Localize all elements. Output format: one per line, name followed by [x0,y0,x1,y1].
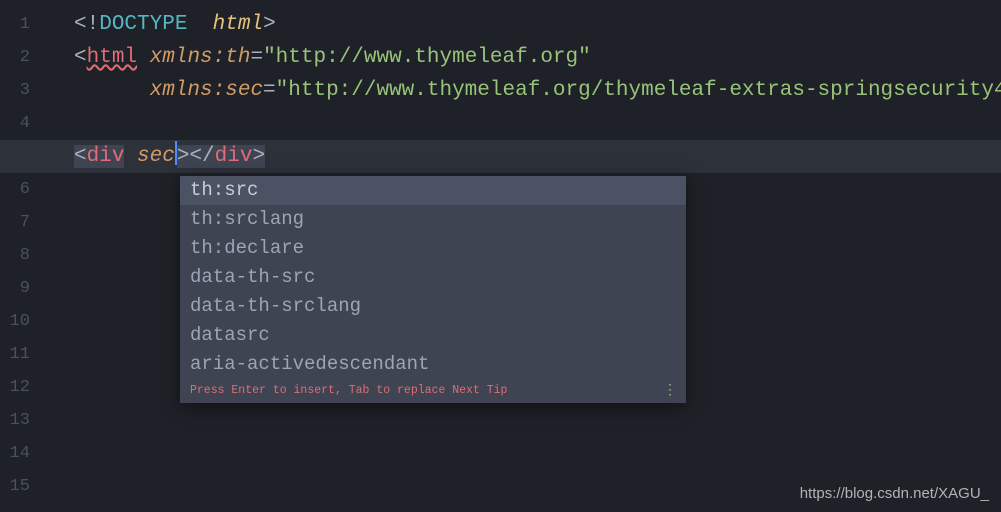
line-number: 10 [0,305,50,338]
line-number: 15 [0,470,50,503]
autocomplete-item[interactable]: data-th-srclang [180,292,686,321]
autocomplete-item[interactable]: datasrc [180,321,686,350]
code-line[interactable] [74,404,1001,437]
text-cursor [175,141,177,165]
watermark: https://blog.csdn.net/XAGU_ [800,485,989,502]
code-line[interactable]: <!DOCTYPE html> [74,8,1001,41]
code-area[interactable]: <!DOCTYPE html> <html xmlns:th="http://w… [50,0,1001,512]
line-gutter: 1 2 3 4 5 6 7 8 9 10 11 12 13 14 15 [0,0,50,512]
line-number: 8 [0,239,50,272]
more-icon[interactable]: ⋮ [663,379,676,403]
code-line[interactable]: xmlns:sec="http://www.thymeleaf.org/thym… [74,74,1001,107]
code-line[interactable] [74,437,1001,470]
line-number: 9 [0,272,50,305]
code-line[interactable] [74,107,1001,140]
autocomplete-popup[interactable]: th:srcth:srclangth:declaredata-th-srcdat… [180,176,686,403]
popup-footer: Press Enter to insert, Tab to replace Ne… [180,379,686,403]
line-number: 12 [0,371,50,404]
line-number: 13 [0,404,50,437]
autocomplete-item[interactable]: th:declare [180,234,686,263]
autocomplete-item[interactable]: data-th-src [180,263,686,292]
autocomplete-item[interactable]: th:srclang [180,205,686,234]
code-line-active[interactable]: <div sec></div> [0,140,1001,173]
code-editor[interactable]: 1 2 3 4 5 6 7 8 9 10 11 12 13 14 15 <!DO… [0,0,1001,512]
popup-hint: Press Enter to insert, Tab to replace [190,384,445,397]
code-line[interactable]: <html xmlns:th="http://www.thymeleaf.org… [74,41,1001,74]
line-number: 7 [0,206,50,239]
popup-next-tip[interactable]: Next Tip [452,384,507,397]
line-number: 6 [0,173,50,206]
line-number: 11 [0,338,50,371]
line-number: 14 [0,437,50,470]
autocomplete-item[interactable]: aria-activedescendant [180,350,686,379]
line-number: 4 [0,107,50,140]
line-number: 1 [0,8,50,41]
line-number: 3 [0,74,50,107]
autocomplete-item[interactable]: th:src [180,176,686,205]
line-number: 2 [0,41,50,74]
